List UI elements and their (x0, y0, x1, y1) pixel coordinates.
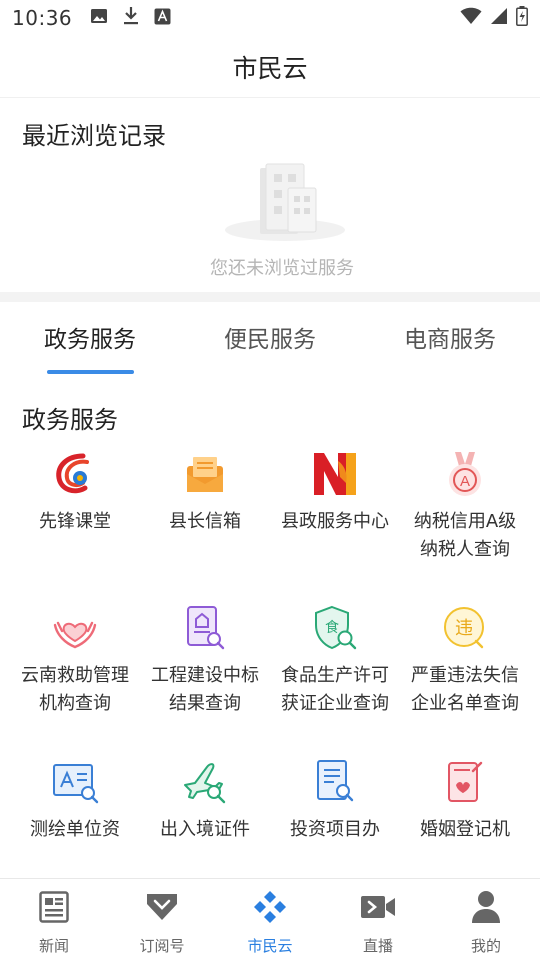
tab-convenience-services[interactable]: 便民服务 (180, 302, 360, 380)
pioneer-swirl-icon (49, 448, 101, 500)
nav-item-profile[interactable]: 我的 (432, 879, 540, 960)
service-label: 测绘单位资 (30, 819, 120, 840)
medal-a-icon: A (439, 448, 491, 500)
violation-badge-icon: 违 (439, 602, 491, 654)
nav-label: 市民云 (247, 937, 293, 955)
service-label: 纳税信用A级纳税人查询 (413, 511, 517, 560)
svg-text:A: A (460, 473, 470, 490)
survey-board-icon (49, 756, 101, 808)
service-label: 严重违法失信企业名单查询 (411, 665, 519, 714)
service-label: 食品生产许可获证企业查询 (281, 665, 389, 714)
font-notification-icon (154, 8, 171, 29)
svg-text:食: 食 (325, 619, 339, 636)
nav-label: 我的 (470, 937, 501, 955)
app-header: 市民云 (0, 36, 540, 98)
service-item-survey-unit[interactable]: 测绘单位资 (10, 754, 140, 878)
profile-icon (468, 889, 504, 925)
service-label: 县长信箱 (169, 511, 241, 532)
service-label: 县政服务中心 (281, 511, 389, 532)
service-label: 工程建设中标结果查询 (151, 665, 259, 714)
bottom-nav: 新闻 订阅号 市民云 直播 我的 (0, 878, 540, 960)
service-label: 先锋课堂 (39, 511, 111, 532)
nav-item-citizen-cloud[interactable]: 市民云 (216, 879, 324, 960)
image-notification-icon (90, 7, 108, 29)
service-label: 云南救助管理机构查询 (21, 665, 129, 714)
tab-ecommerce-services[interactable]: 电商服务 (360, 302, 540, 380)
status-time: 10:36 (12, 6, 73, 30)
service-item-bid-result[interactable]: 工程建设中标结果查询 (140, 600, 270, 754)
service-label: 投资项目办 (290, 819, 380, 840)
service-item-marriage-registry[interactable]: 婚姻登记机 (400, 754, 530, 878)
news-icon (36, 889, 72, 925)
section-divider (0, 292, 540, 302)
page-title: 市民云 (232, 53, 308, 83)
marriage-register-icon (439, 756, 491, 808)
svg-text:违: 违 (455, 618, 473, 639)
service-label: 出入境证件 (160, 819, 250, 840)
citizen-cloud-icon (252, 889, 288, 925)
heart-hands-icon (49, 602, 101, 654)
status-bar: 10:36 (0, 0, 540, 36)
cell-signal-icon (490, 7, 508, 29)
battery-charging-icon (516, 6, 528, 30)
section-title: 政务服务 (22, 406, 118, 434)
recent-title: 最近浏览记录 (22, 122, 166, 150)
document-search-icon (179, 602, 231, 654)
n-logo-icon (309, 448, 361, 500)
nav-item-live[interactable]: 直播 (324, 879, 432, 960)
airplane-search-icon (179, 756, 231, 808)
service-label: 婚姻登记机 (420, 819, 510, 840)
download-notification-icon (122, 6, 140, 30)
service-item-investment-project[interactable]: 投资项目办 (270, 754, 400, 878)
empty-buildings-icon (222, 160, 348, 244)
service-item-rescue-agency[interactable]: 云南救助管理机构查询 (10, 600, 140, 754)
invest-document-icon (309, 756, 361, 808)
live-video-icon (360, 889, 396, 925)
service-item-county-mailbox[interactable]: 县长信箱 (140, 446, 270, 600)
nav-label: 直播 (362, 937, 393, 955)
nav-label: 订阅号 (139, 937, 185, 955)
tab-government-services[interactable]: 政务服务 (0, 302, 180, 380)
service-item-exit-entry[interactable]: 出入境证件 (140, 754, 270, 878)
service-grid: 先锋课堂 县长信箱 县政服务中心 A 纳税信用A级纳税人查询 云南救助管理机构查… (10, 446, 530, 878)
service-item-pioneer-class[interactable]: 先锋课堂 (10, 446, 140, 600)
service-item-tax-credit-a[interactable]: A 纳税信用A级纳税人查询 (400, 446, 530, 600)
tab-active-indicator (47, 370, 134, 374)
service-tabs: 政务服务 便民服务 电商服务 (0, 302, 540, 380)
wifi-icon (460, 7, 482, 29)
service-item-county-service-center[interactable]: 县政服务中心 (270, 446, 400, 600)
service-item-dishonest-enterprise[interactable]: 违 严重违法失信企业名单查询 (400, 600, 530, 754)
nav-item-subscription[interactable]: 订阅号 (108, 879, 216, 960)
recent-section: 最近浏览记录 您还未浏览过服务 (0, 98, 540, 292)
nav-label: 新闻 (38, 937, 69, 955)
empty-state-text: 您还未浏览过服务 (210, 258, 354, 279)
nav-item-news[interactable]: 新闻 (0, 879, 108, 960)
food-shield-icon: 食 (309, 602, 361, 654)
service-item-food-license[interactable]: 食 食品生产许可获证企业查询 (270, 600, 400, 754)
mailbox-icon (179, 448, 231, 500)
subscribe-icon (144, 889, 180, 925)
